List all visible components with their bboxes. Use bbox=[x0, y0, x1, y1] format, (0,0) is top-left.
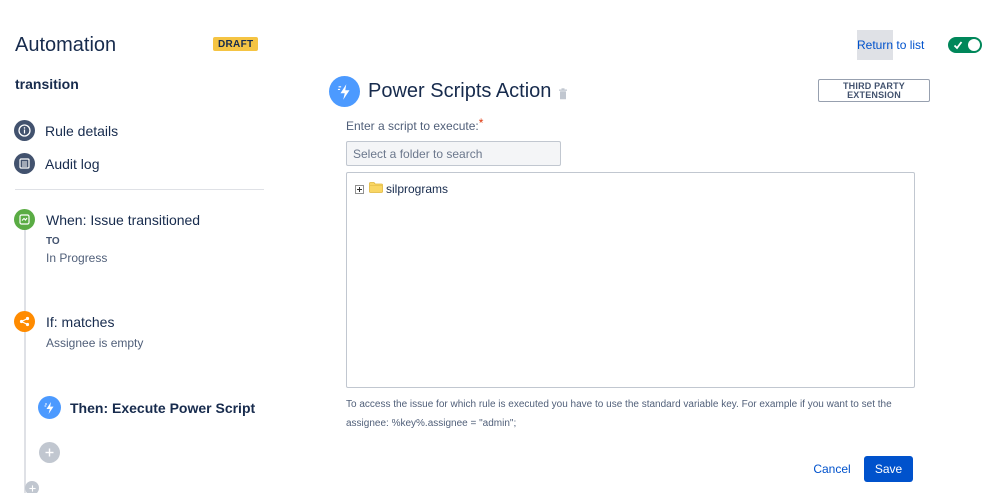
plus-icon bbox=[45, 448, 54, 457]
return-link-text: to list bbox=[893, 38, 925, 52]
script-label-text: Enter a script to execute: bbox=[346, 119, 479, 133]
step-detail: Assignee is empty bbox=[46, 336, 144, 350]
rule-name: transition bbox=[15, 76, 79, 92]
lightning-icon bbox=[38, 396, 61, 419]
rule-enabled-toggle[interactable] bbox=[948, 37, 982, 53]
step-title: When: Issue transitioned bbox=[46, 211, 201, 228]
trash-icon[interactable] bbox=[558, 87, 568, 105]
sidebar-item-label: Rule details bbox=[45, 122, 119, 139]
add-component-button[interactable] bbox=[39, 442, 60, 463]
folder-icon bbox=[369, 180, 383, 198]
step-title: Then: Execute Power Script bbox=[70, 399, 256, 416]
help-text: To access the issue for which rule is ex… bbox=[346, 399, 892, 429]
sidebar-divider bbox=[15, 189, 264, 190]
step-to-value: In Progress bbox=[46, 251, 108, 265]
step-condition[interactable]: If: matches bbox=[14, 311, 114, 332]
step-to-label: TO bbox=[46, 236, 60, 247]
branch-icon bbox=[14, 311, 35, 332]
info-icon bbox=[14, 120, 35, 141]
third-party-line2: EXTENSION bbox=[847, 90, 901, 100]
save-button[interactable]: Save bbox=[864, 456, 913, 482]
step-title: If: matches bbox=[46, 313, 115, 330]
step-action[interactable]: Then: Execute Power Script bbox=[38, 396, 255, 419]
check-icon bbox=[953, 41, 963, 50]
add-rule-component-button[interactable] bbox=[25, 481, 39, 493]
tree-node-silprograms[interactable]: silprograms bbox=[355, 180, 448, 198]
return-link-highlight: Return bbox=[857, 30, 894, 60]
script-field-label: Enter a script to execute:* bbox=[346, 116, 484, 133]
panel-title: Power Scripts Action bbox=[368, 80, 552, 102]
folder-search-input[interactable] bbox=[346, 141, 561, 166]
timeline-line bbox=[24, 226, 26, 493]
list-icon bbox=[14, 153, 35, 174]
return-to-list-link[interactable]: Return to list bbox=[857, 30, 925, 60]
sidebar-item-audit-log[interactable]: Audit log bbox=[14, 153, 99, 174]
required-mark: * bbox=[478, 116, 484, 130]
lightning-icon bbox=[329, 76, 360, 107]
expand-icon[interactable] bbox=[355, 184, 364, 194]
plus-icon bbox=[28, 484, 36, 492]
tree-node-label: silprograms bbox=[386, 182, 449, 196]
app-title: Automation bbox=[15, 34, 117, 56]
cancel-button[interactable]: Cancel bbox=[804, 456, 860, 482]
sidebar-item-label: Audit log bbox=[45, 155, 100, 172]
sidebar-item-rule-details[interactable]: Rule details bbox=[14, 120, 118, 141]
toggle-knob bbox=[968, 39, 980, 51]
step-trigger[interactable]: When: Issue transitioned bbox=[14, 209, 200, 230]
transition-icon bbox=[14, 209, 35, 230]
status-badge: DRAFT bbox=[213, 37, 259, 51]
third-party-extension-badge: THIRD PARTY EXTENSION bbox=[818, 79, 930, 102]
script-tree[interactable]: silprograms bbox=[346, 172, 915, 388]
